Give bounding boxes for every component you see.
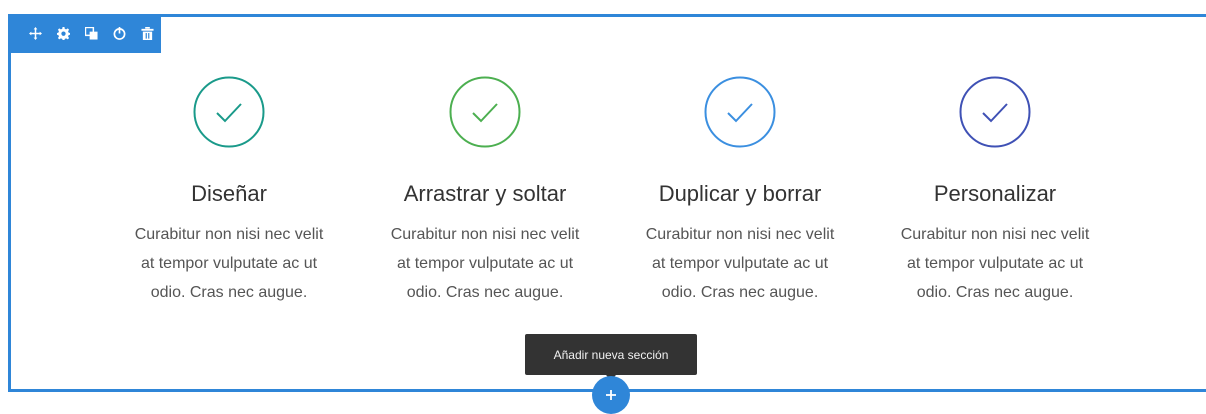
duplicate-button[interactable] xyxy=(78,20,106,48)
feature-title: Arrastrar y soltar xyxy=(403,181,567,206)
settings-button[interactable] xyxy=(50,20,78,48)
feature-title: Diseñar xyxy=(191,181,267,206)
feature-description: Curabitur non nisi nec velit at tempor v… xyxy=(390,226,580,301)
check-circle-icon xyxy=(704,76,776,148)
check-circle-icon xyxy=(449,76,521,148)
delete-button[interactable] xyxy=(133,20,161,48)
gear-icon xyxy=(57,27,71,40)
feature-column-duplicar: Duplicar y borrar Curabitur non nisi nec… xyxy=(635,76,845,307)
save-button[interactable] xyxy=(105,20,133,48)
check-circle-icon xyxy=(193,76,265,148)
duplicate-icon xyxy=(84,27,98,40)
feature-description: Curabitur non nisi nec velit at tempor v… xyxy=(645,226,835,301)
trash-icon xyxy=(141,27,154,40)
feature-column-disenar: Diseñar Curabitur non nisi nec velit at … xyxy=(124,76,334,307)
feature-description: Curabitur non nisi nec velit at tempor v… xyxy=(134,226,324,301)
save-icon xyxy=(113,27,126,40)
move-button[interactable] xyxy=(22,20,50,48)
plus-icon xyxy=(606,390,616,400)
feature-title: Duplicar y borrar xyxy=(658,181,822,206)
feature-description: Curabitur non nisi nec velit at tempor v… xyxy=(900,226,1090,301)
add-section-tooltip: Añadir nueva sección xyxy=(525,334,697,375)
feature-column-arrastrar: Arrastrar y soltar Curabitur non nisi ne… xyxy=(380,76,590,307)
add-section-button[interactable] xyxy=(592,376,630,414)
section-toolbar xyxy=(8,14,161,53)
check-circle-icon xyxy=(959,76,1031,148)
move-icon xyxy=(29,27,43,40)
feature-title: Personalizar xyxy=(933,181,1057,206)
feature-column-personalizar: Personalizar Curabitur non nisi nec veli… xyxy=(890,76,1100,307)
